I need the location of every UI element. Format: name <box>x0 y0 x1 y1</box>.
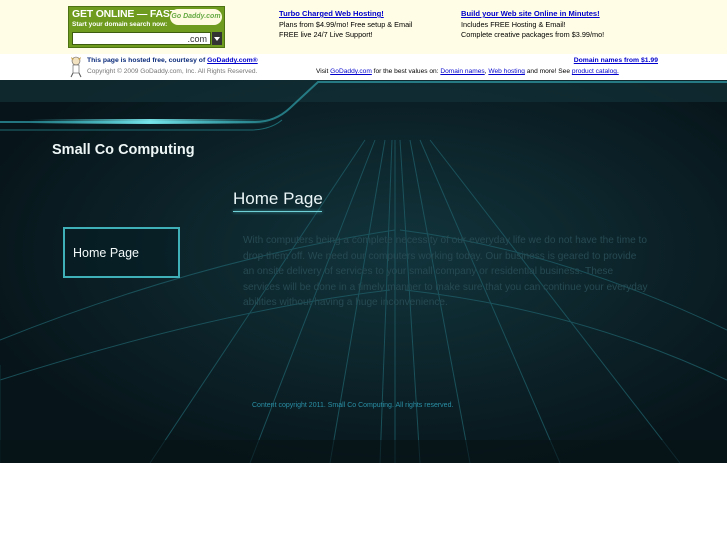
tld-select[interactable]: .com <box>187 33 207 45</box>
godaddy-copyright: Copyright © 2009 GoDaddy.com, Inc. All R… <box>87 68 258 75</box>
hosting-ad-banner: GET ONLINE — FAST! Start your domain sea… <box>0 0 727 54</box>
promo-website-line1: Includes FREE Hosting & Email! <box>461 19 566 29</box>
godaddy-guy-icon <box>70 56 82 78</box>
hosted-notice: This page is hosted free, courtesy of Go… <box>87 57 258 64</box>
domain-search-input[interactable]: .com <box>72 32 211 45</box>
domain-search-headline: GET ONLINE — FAST! <box>72 8 180 20</box>
web-hosting-link[interactable]: Web hosting <box>488 68 525 75</box>
intro-paragraph: With computers being a complete necessit… <box>243 235 648 309</box>
site-footer: Content copyright 2011. Small Co Computi… <box>252 402 454 409</box>
promo-hosting-line2: FREE live 24/7 Live Support! <box>279 30 373 40</box>
visit-middle: for the best values on: <box>371 68 441 75</box>
godaddy-link[interactable]: GoDaddy.com® <box>207 57 258 64</box>
visit-line: Visit GoDaddy.com for the best values on… <box>316 68 619 75</box>
promo-website-link[interactable]: Build your Web site Online in Minutes! <box>461 9 600 18</box>
site-brand: Small Co Computing <box>52 142 195 158</box>
hosted-prefix: This page is hosted free, courtesy of <box>87 57 208 64</box>
nav-item-label: Home Page <box>73 246 140 260</box>
promo-website-line2: Complete creative packages from $3.99/mo… <box>461 30 605 40</box>
product-catalog-link[interactable]: product catalog. <box>572 68 619 75</box>
domain-names-link[interactable]: Domain names from $1.99 <box>574 57 658 64</box>
domain-search-subline: Start your domain search now: <box>72 21 168 28</box>
promo-hosting-link[interactable]: Turbo Charged Web Hosting! <box>279 9 384 18</box>
promo-hosting: Turbo Charged Web Hosting! Plans from $4… <box>279 9 412 41</box>
domain-names-catalog-link[interactable]: Domain names <box>440 68 484 75</box>
page-bottom-blank <box>0 463 727 545</box>
visit-prefix: Visit <box>316 68 331 75</box>
title-underline <box>233 211 322 212</box>
visit-more: and more! See <box>524 68 572 75</box>
godaddy-logo[interactable]: Go Daddy.com <box>170 9 222 25</box>
page-title: Home Page <box>233 189 323 208</box>
promo-website: Build your Web site Online in Minutes! I… <box>461 9 604 41</box>
visit-godaddy-link[interactable]: GoDaddy.com <box>330 68 372 75</box>
dropdown-arrow-icon[interactable] <box>212 32 222 45</box>
nav-item-home[interactable]: Home Page <box>63 227 180 278</box>
promo-hosting-line1: Plans from $4.99/mo! Free setup & Email <box>279 19 413 29</box>
site-content: Small Co Computing Home Page Home Page W… <box>0 80 727 463</box>
domain-search-widget: GET ONLINE — FAST! Start your domain sea… <box>68 6 225 48</box>
